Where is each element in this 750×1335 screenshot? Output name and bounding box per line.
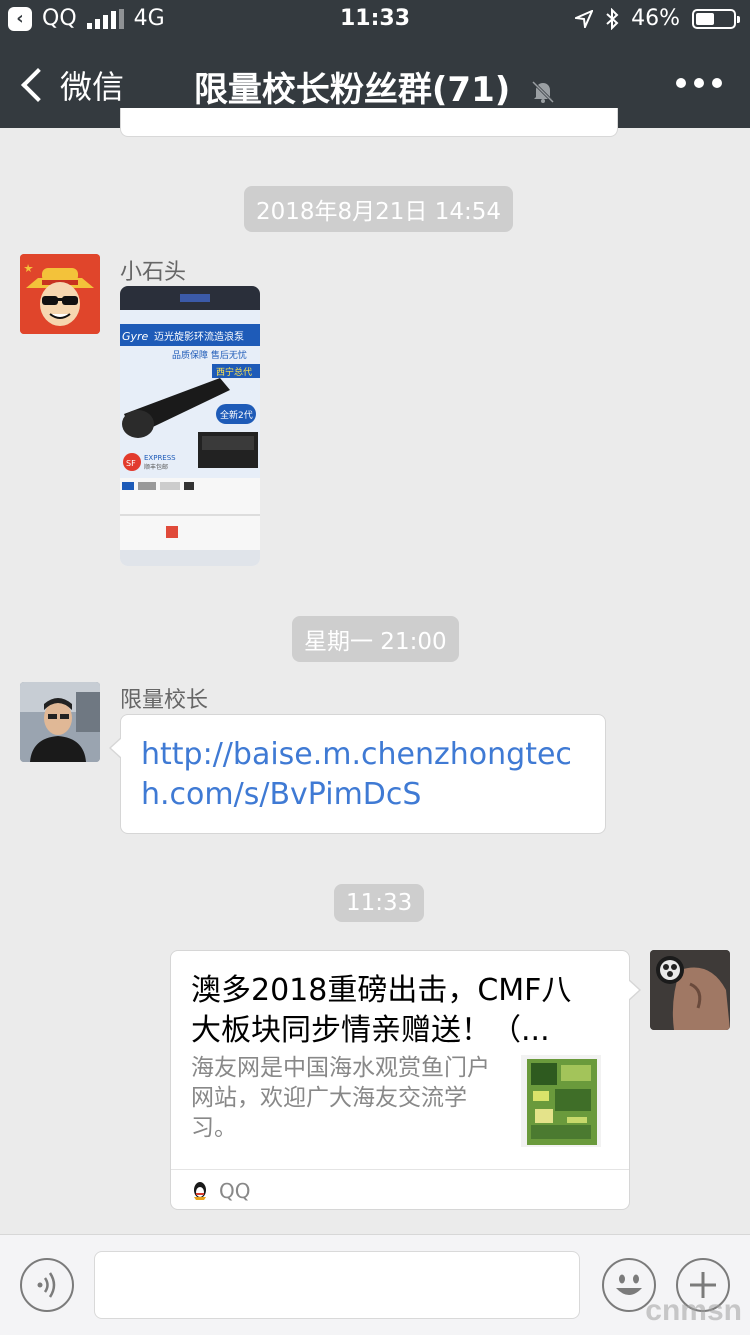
chat-title-text: 限量校长粉丝群(71) bbox=[193, 70, 511, 110]
avatar[interactable] bbox=[20, 682, 100, 762]
share-card-source: QQ bbox=[191, 1179, 250, 1203]
share-card-thumbnail bbox=[521, 1055, 601, 1147]
message-link[interactable]: http://baise.m.chenzhongtech.com/s/BvPim… bbox=[121, 715, 605, 815]
product-photo: Gyre 迈光旋影环流造浪泵 品质保障 售后无忧 西宁总代 全新2代 SF EX… bbox=[120, 286, 260, 566]
express-sub: 顺丰包邮 bbox=[144, 463, 168, 471]
product-subline: 品质保障 售后无忧 bbox=[172, 349, 247, 361]
chat-image[interactable]: Gyre 迈光旋影环流造浪泵 品质保障 售后无忧 西宁总代 全新2代 SF EX… bbox=[120, 286, 260, 566]
sf-logo: SF bbox=[126, 459, 136, 468]
express-label: EXPRESS bbox=[144, 454, 176, 462]
avatar-cartoon-icon bbox=[20, 254, 100, 334]
product-headline: 迈光旋影环流造浪泵 bbox=[154, 330, 244, 343]
avatar-photo bbox=[20, 682, 100, 762]
previous-card-bottom bbox=[120, 108, 618, 137]
avatar-photo bbox=[650, 950, 730, 1030]
share-card-source-label: QQ bbox=[219, 1179, 251, 1203]
qq-penguin-icon bbox=[194, 1182, 206, 1200]
battery-percent: 46% bbox=[631, 6, 680, 31]
battery-icon bbox=[692, 8, 740, 29]
timestamp-pill: 2018年8月21日 14:54 bbox=[244, 186, 514, 232]
share-card-bubble[interactable]: 澳多2018重磅出击，CMF八大板块同步情亲赠送！（... 海友网是中国海水观赏… bbox=[170, 950, 641, 1210]
sender-name: 限量校长 bbox=[120, 688, 209, 713]
location-arrow-icon bbox=[575, 9, 594, 28]
sender-name: 小石头 bbox=[120, 260, 187, 285]
timestamp-pill: 11:33 bbox=[334, 884, 425, 922]
avatar[interactable] bbox=[650, 950, 730, 1030]
share-card-description: 海友网是中国海水观赏鱼门户网站，欢迎广大海友交流学习。 bbox=[191, 1055, 490, 1141]
voice-icon bbox=[37, 1272, 56, 1298]
watermark: cnmsn bbox=[645, 1294, 742, 1327]
new-gen-badge: 全新2代 bbox=[220, 409, 253, 421]
message-input[interactable] bbox=[94, 1251, 580, 1319]
input-bar bbox=[0, 1234, 750, 1335]
timestamp-pill: 星期一 21:00 bbox=[292, 616, 459, 662]
link-message-bubble[interactable]: http://baise.m.chenzhongtech.com/s/BvPim… bbox=[109, 714, 606, 834]
more-icon[interactable] bbox=[676, 78, 722, 88]
avatar[interactable] bbox=[20, 254, 100, 334]
bluetooth-icon bbox=[606, 7, 619, 30]
chat-title: 限量校长粉丝群(71) bbox=[0, 62, 750, 111]
status-bar: ‹ QQ 4G 11:33 46% bbox=[0, 0, 750, 40]
mute-bell-icon bbox=[532, 80, 555, 103]
share-card-title: 澳多2018重磅出击，CMF八大板块同步情亲赠送！（... bbox=[191, 973, 572, 1048]
dealer-label: 西宁总代 bbox=[216, 366, 252, 378]
card-divider bbox=[171, 1169, 629, 1170]
brand-label: Gyre bbox=[122, 330, 149, 343]
voice-button[interactable] bbox=[20, 1258, 74, 1312]
